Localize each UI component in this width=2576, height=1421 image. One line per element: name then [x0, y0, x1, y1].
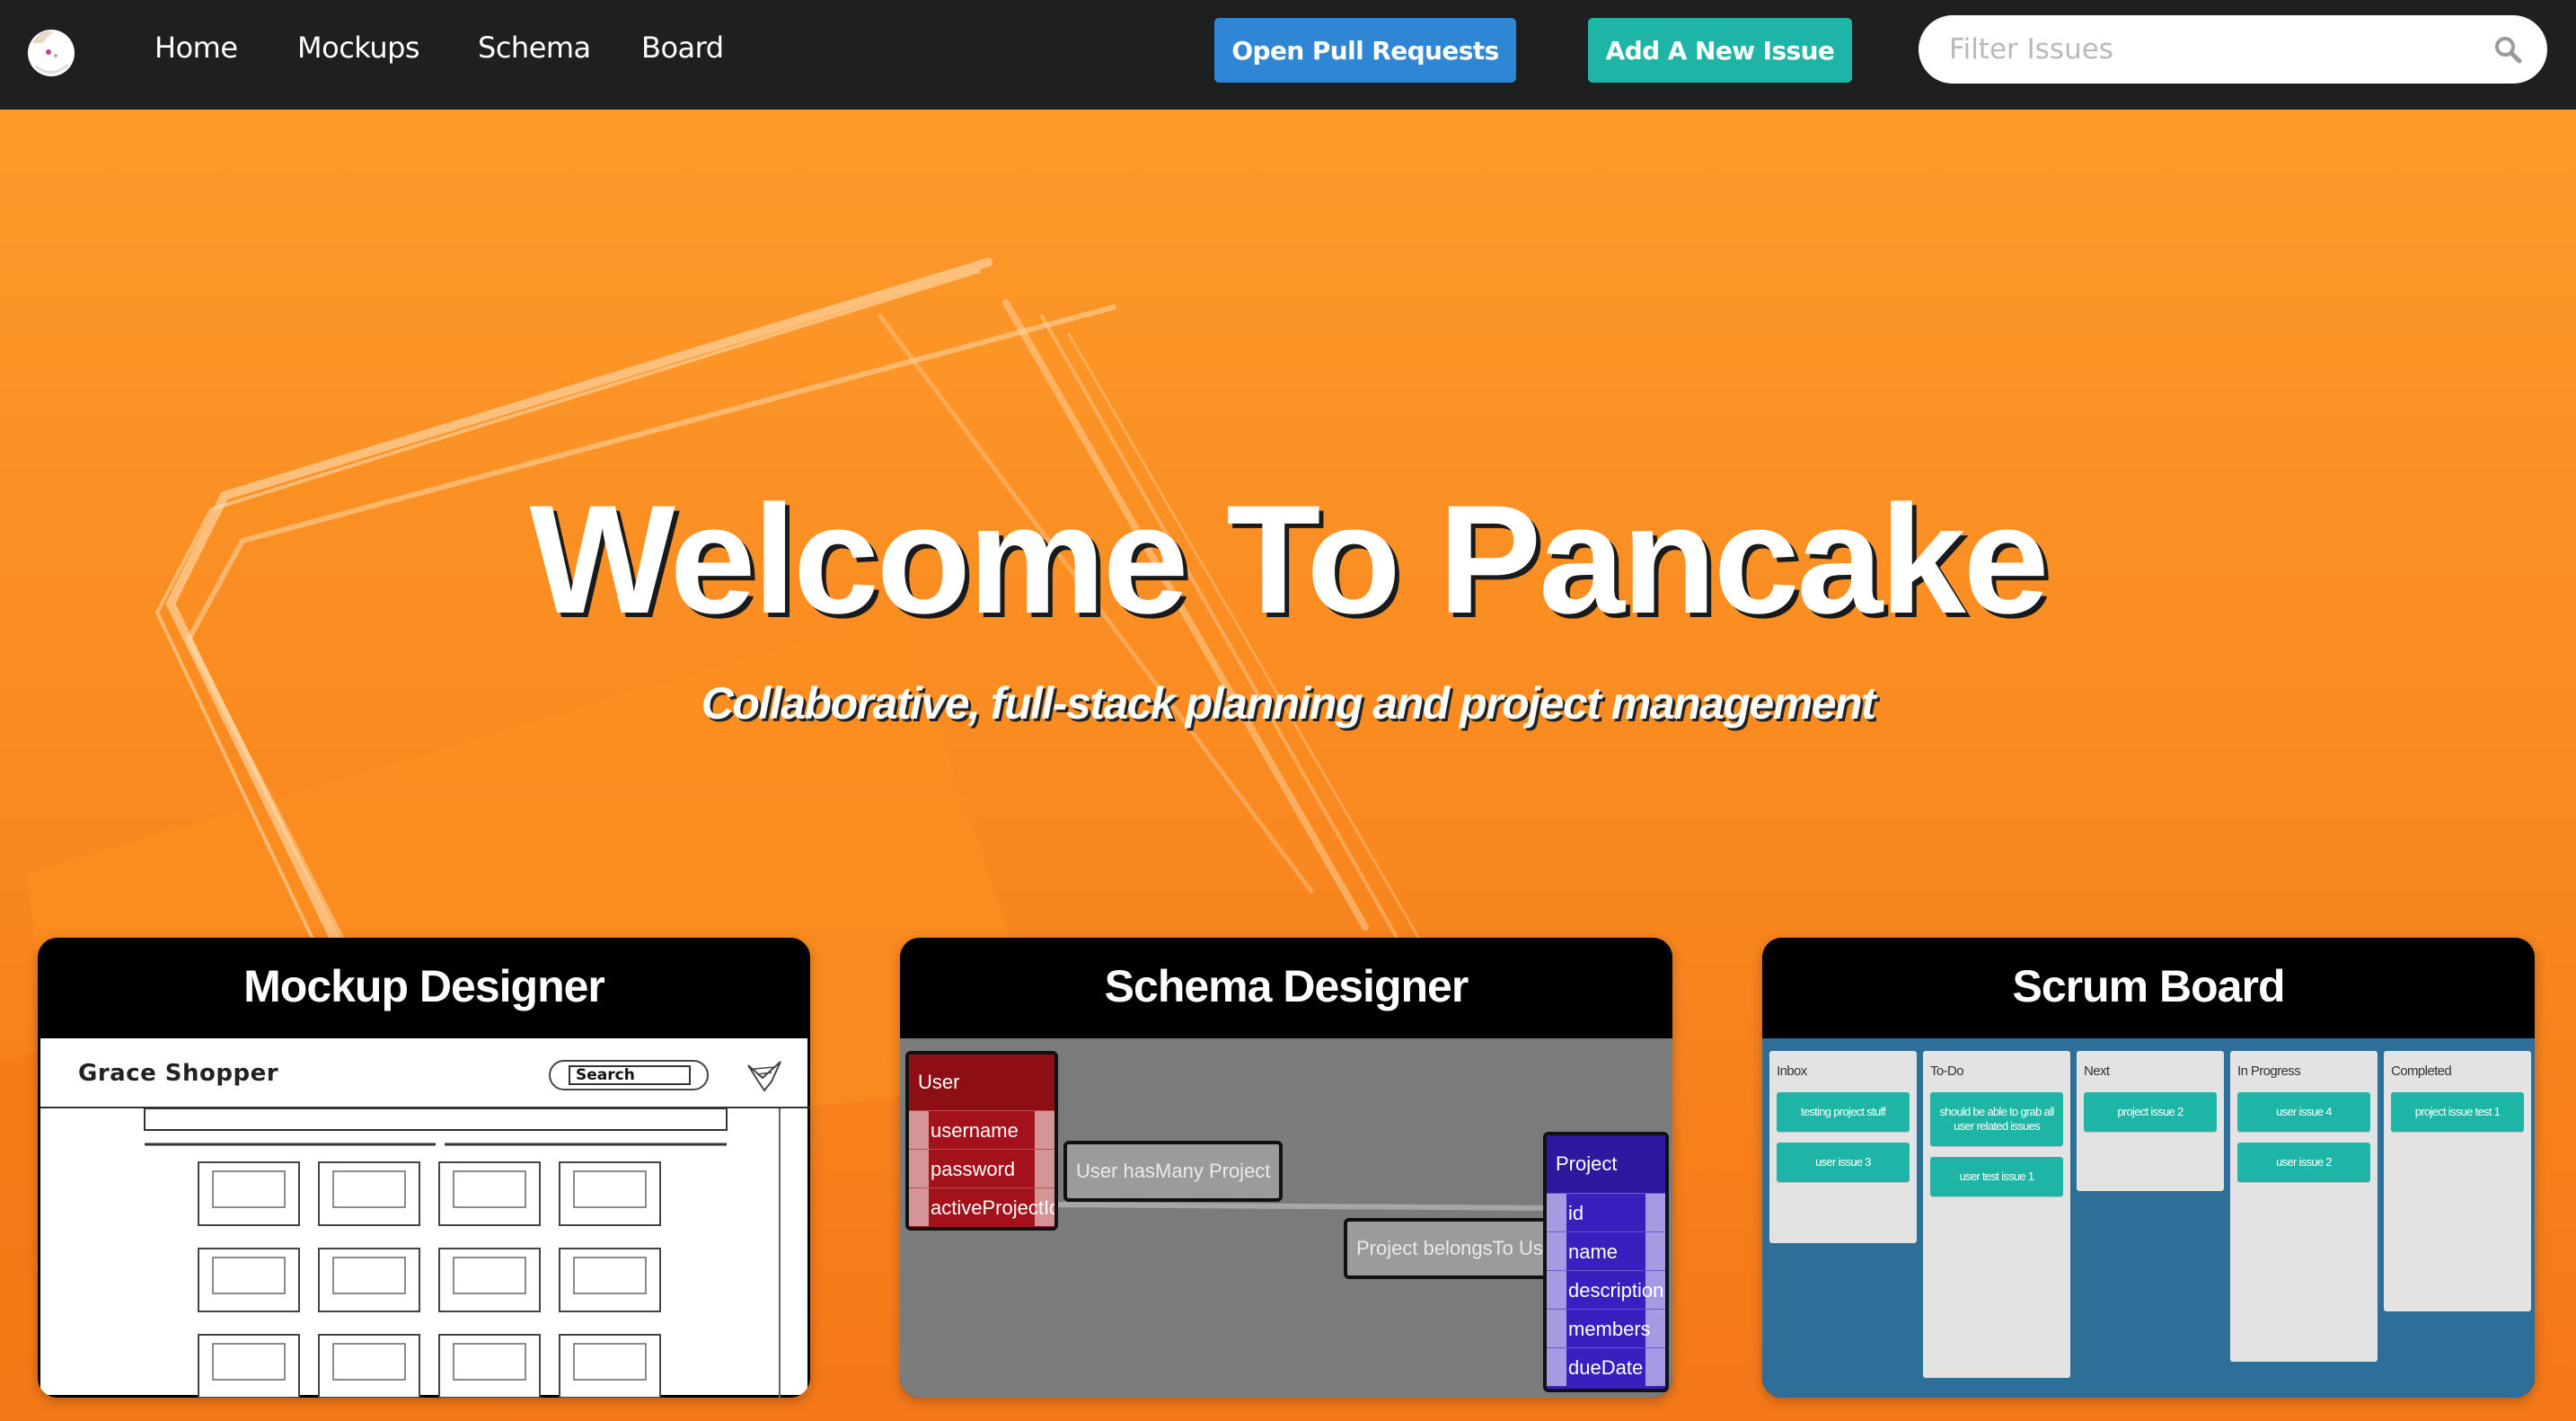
nav-board-link[interactable]: Board [641, 31, 724, 65]
user-table: User username password activeProjectId [905, 1051, 1058, 1231]
user-field: username [909, 1110, 1054, 1149]
schema-designer-title: Schema Designer [900, 938, 1672, 1038]
relation-belongs-to: Project belongsTo User [1344, 1218, 1574, 1279]
scrum-task-card: project issue test 1 [2391, 1092, 2524, 1132]
scrum-column-title: To-Do [1930, 1064, 1964, 1079]
project-field: members [1547, 1309, 1665, 1347]
user-field: activeProjectId [909, 1187, 1054, 1226]
scrum-column-title: In Progress [2237, 1064, 2301, 1079]
project-field: id [1547, 1193, 1665, 1231]
scrum-column-in-progress: In Progress user issue 4 user issue 2 [2230, 1051, 2378, 1362]
mockup-designer-title: Mockup Designer [38, 938, 810, 1038]
scrum-task-card: testing project stuff [1777, 1092, 1910, 1132]
mockup-search-box: Search [569, 1065, 691, 1085]
scrum-task-card: user issue 3 [1777, 1143, 1910, 1182]
add-new-issue-button[interactable]: Add A New Issue [1588, 18, 1852, 83]
mockup-product-grid [144, 1108, 728, 1398]
schema-preview: User username password activeProjectId U… [900, 1038, 1672, 1398]
scrum-board-title: Scrum Board [1762, 938, 2535, 1038]
nav-home-link[interactable]: Home [154, 31, 238, 65]
scrum-board-card[interactable]: Scrum Board Inbox testing project stuff … [1762, 938, 2535, 1398]
scrum-column-title: Inbox [1777, 1064, 1807, 1079]
scrum-column-inbox: Inbox testing project stuff user issue 3 [1769, 1051, 1917, 1243]
scrum-task-card: project issue 2 [2084, 1092, 2217, 1132]
filter-issues-input[interactable] [1949, 15, 2470, 84]
nav-schema-link[interactable]: Schema [478, 31, 591, 65]
scrum-column-todo: To-Do should be able to grab all user re… [1923, 1051, 2070, 1378]
user-field: password [909, 1149, 1054, 1187]
scrum-task-card: should be able to grab all user related … [1930, 1092, 2063, 1146]
project-table-name: Project [1547, 1135, 1665, 1193]
bird-icon [747, 1061, 781, 1092]
mockup-store-name: Grace Shopper [78, 1060, 279, 1087]
project-table: Project id name description members dueD… [1543, 1132, 1669, 1392]
hero-tagline: Collaborative, full-stack planning and p… [701, 678, 1876, 728]
filter-issues-search [1919, 15, 2547, 84]
nav-mockups-link[interactable]: Mockups [297, 31, 420, 65]
scrum-preview: Inbox testing project stuff user issue 3… [1762, 1038, 2535, 1398]
mockup-preview: Grace Shopper Search [38, 1038, 810, 1398]
top-navbar: Home Mockups Schema Board Open Pull Requ… [0, 0, 2576, 110]
schema-designer-card[interactable]: Schema Designer User username password a… [900, 938, 1672, 1398]
relation-has-many: User hasMany Project [1063, 1141, 1284, 1202]
relation-connector-line [1057, 1202, 1544, 1211]
mockup-designer-card[interactable]: Mockup Designer Grace Shopper Search [38, 938, 810, 1398]
scrum-column-title: Completed [2391, 1064, 2452, 1079]
mockup-scrollbar [779, 1108, 807, 1398]
scrum-task-card: user issue 2 [2237, 1143, 2370, 1182]
hero-title: Welcome To Pancake [529, 473, 2049, 646]
search-icon[interactable] [2493, 35, 2522, 64]
project-field: name [1547, 1231, 1665, 1270]
user-table-name: User [909, 1055, 1054, 1110]
project-field: description [1547, 1270, 1665, 1309]
project-field: dueDate [1547, 1347, 1665, 1386]
scrum-task-card: user issue 4 [2237, 1092, 2370, 1132]
scrum-column-completed: Completed project issue test 1 [2384, 1051, 2531, 1311]
mockup-search-pill: Search [549, 1060, 709, 1090]
scrum-column-next: Next project issue 2 [2077, 1051, 2224, 1191]
pancake-logo-icon[interactable] [23, 23, 79, 79]
scrum-task-card: user test issue 1 [1930, 1157, 2063, 1196]
open-pull-requests-button[interactable]: Open Pull Requests [1214, 18, 1516, 83]
scrum-column-title: Next [2084, 1064, 2110, 1079]
